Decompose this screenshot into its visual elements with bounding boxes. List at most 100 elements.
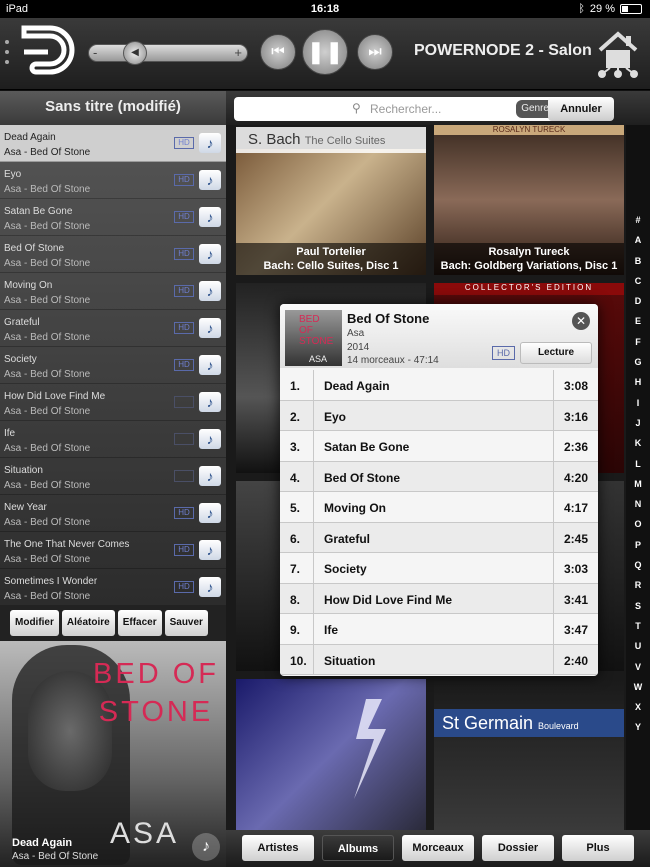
playlist-item[interactable]: Bed Of Stone Asa - Bed Of Stone HD ♪ — [0, 236, 226, 273]
music-note-icon[interactable]: ♪ — [199, 170, 221, 190]
hd-badge: HD — [174, 507, 194, 519]
album-tile[interactable] — [236, 679, 426, 830]
playlist-item[interactable]: Grateful Asa - Bed Of Stone HD ♪ — [0, 310, 226, 347]
track-row[interactable]: 1. Dead Again 3:08 — [280, 370, 598, 401]
album-tile[interactable]: St Germain Boulevard — [434, 679, 624, 830]
music-note-icon[interactable]: ♪ — [199, 355, 221, 375]
pause-button[interactable]: ❚❚ — [302, 29, 348, 75]
hd-badge: HD — [174, 248, 194, 260]
album-tile[interactable]: Paul Tortelier Bach: Cello Suites, Disc … — [236, 149, 426, 275]
music-note-icon[interactable]: ♪ — [199, 244, 221, 264]
hd-badge: HD — [174, 137, 194, 149]
search-bar: ⚲ Rechercher... Genre Annuler — [226, 91, 650, 125]
bottom-tab-bar: Artistes Albums Morceaux Dossier Plus — [226, 830, 650, 867]
music-note-icon[interactable]: ♪ — [199, 540, 221, 560]
playlist-actions: Modifier Aléatoire Effacer Sauver — [0, 605, 226, 641]
tab-artists[interactable]: Artistes — [242, 835, 314, 861]
hd-badge: HD — [174, 174, 194, 186]
cancel-button[interactable]: Annuler — [548, 97, 614, 121]
playlist-item[interactable]: The One That Never Comes Asa - Bed Of St… — [0, 532, 226, 569]
tab-tracks[interactable]: Morceaux — [402, 835, 474, 861]
playlist-item[interactable]: How Did Love Find Me Asa - Bed Of Stone … — [0, 384, 226, 421]
track-row[interactable]: 10. Situation 2:40 — [280, 644, 598, 675]
playlist-title: Sans titre (modifié) — [0, 91, 226, 125]
hd-badge: HD — [174, 544, 194, 556]
track-row[interactable]: 8. How Did Love Find Me 3:41 — [280, 583, 598, 614]
artwork-artist: ASA — [110, 817, 180, 850]
music-note-icon[interactable]: ♪ — [199, 392, 221, 412]
bluetooth-icon: ᛒ — [578, 3, 585, 15]
volume-knob-icon[interactable]: ◀ — [123, 41, 147, 65]
volume-slider[interactable]: - ◀ + — [88, 41, 248, 65]
playlist-item[interactable]: New Year Asa - Bed Of Stone HD ♪ — [0, 495, 226, 532]
playlist[interactable]: Dead Again Asa - Bed Of Stone HD ♪ Eyo A… — [0, 125, 226, 605]
now-playing-subtitle: Asa - Bed Of Stone — [12, 851, 99, 862]
track-row[interactable]: 6. Grateful 2:45 — [280, 522, 598, 553]
album-banner: S. Bach The Cello Suites — [236, 127, 426, 153]
music-note-icon[interactable]: ♪ — [199, 429, 221, 449]
previous-track-button[interactable]: ⏮ — [260, 34, 296, 70]
hd-badge: HD — [174, 581, 194, 593]
track-row[interactable]: 4. Bed Of Stone 4:20 — [280, 461, 598, 492]
artwork-title: BED OF STONE — [93, 658, 219, 728]
playlist-item[interactable]: Satan Be Gone Asa - Bed Of Stone HD ♪ — [0, 199, 226, 236]
tab-more[interactable]: Plus — [562, 835, 634, 861]
playlist-item[interactable]: Eyo Asa - Bed Of Stone HD ♪ — [0, 162, 226, 199]
now-playing-artwork[interactable]: BED OF STONE ASA Dead Again Asa - Bed Of… — [0, 641, 226, 867]
volume-minus: - — [93, 45, 98, 60]
tab-albums[interactable]: Albums — [322, 835, 394, 861]
search-icon: ⚲ — [352, 101, 361, 115]
alphabet-index[interactable]: # A BC DE FG HI JK LM NO PQ RS TU VW XY — [626, 215, 650, 743]
music-note-icon[interactable]: ♪ — [199, 133, 221, 153]
save-button[interactable]: Sauver — [164, 610, 208, 636]
track-list: 1. Dead Again 3:08 2. Eyo 3:16 3. Satan Be Go… — [280, 370, 598, 675]
music-note-icon[interactable]: ♪ — [199, 503, 221, 523]
playlist-item[interactable]: Dead Again Asa - Bed Of Stone HD ♪ — [0, 125, 226, 162]
hd-badge: HD — [174, 322, 194, 334]
status-bar: iPad 16:18 ᛒ 29 % — [0, 0, 650, 18]
album-detail-popup: BED OF STONE ASA Bed Of Stone Asa 2014 14 … — [280, 304, 598, 676]
music-note-icon[interactable]: ♪ — [199, 318, 221, 338]
hd-badge: HD — [492, 346, 515, 360]
album-artist[interactable]: Asa — [347, 328, 364, 339]
search-input[interactable]: ⚲ Rechercher... Genre — [234, 97, 556, 121]
next-track-button[interactable]: ⏭ — [357, 34, 393, 70]
bluesound-logo[interactable] — [20, 24, 76, 82]
zone-name[interactable]: POWERNODE 2 - Salon — [414, 42, 592, 60]
close-icon[interactable]: ✕ — [572, 312, 590, 330]
modify-button[interactable]: Modifier — [10, 610, 59, 636]
player-header: - ◀ + ⏮ ❚❚ ⏭ POWERNODE 2 - Salon — [0, 18, 650, 90]
track-row[interactable]: 9. Ife 3:47 — [280, 614, 598, 645]
hd-badge: HD — [174, 285, 194, 297]
music-note-icon[interactable]: ♪ — [192, 833, 220, 861]
album-info: 14 morceaux - 47:14 — [347, 355, 439, 366]
shuffle-button[interactable]: Aléatoire — [61, 610, 115, 636]
music-note-icon[interactable]: ♪ — [199, 466, 221, 486]
volume-plus: + — [234, 45, 242, 60]
clear-button[interactable]: Effacer — [117, 610, 162, 636]
playlist-item[interactable]: Moving On Asa - Bed Of Stone HD ♪ — [0, 273, 226, 310]
album-year: 2014 — [347, 342, 370, 353]
music-note-icon[interactable]: ♪ — [199, 281, 221, 301]
playlist-item[interactable]: Situation Asa - Bed Of Stone ♪ — [0, 458, 226, 495]
drag-handle-icon[interactable] — [5, 40, 9, 64]
hd-badge — [174, 396, 194, 408]
track-row[interactable]: 7. Society 3:03 — [280, 553, 598, 584]
music-note-icon[interactable]: ♪ — [199, 207, 221, 227]
hd-badge: HD — [174, 211, 194, 223]
battery-percent: 29 % — [589, 3, 615, 15]
hd-badge: HD — [174, 359, 194, 371]
track-row[interactable]: 5. Moving On 4:17 — [280, 492, 598, 523]
album-tile[interactable]: ROSALYN TURECK Rosalyn Tureck Bach: Gold… — [434, 125, 624, 275]
playlist-item[interactable]: Ife Asa - Bed Of Stone ♪ — [0, 421, 226, 458]
battery-icon — [620, 4, 642, 14]
tab-folder[interactable]: Dossier — [482, 835, 554, 861]
play-album-button[interactable]: Lecture — [520, 342, 592, 364]
playlist-item[interactable]: Society Asa - Bed Of Stone HD ♪ — [0, 347, 226, 384]
album-thumbnail: BED OF STONE ASA — [285, 310, 342, 366]
track-row[interactable]: 2. Eyo 3:16 — [280, 400, 598, 431]
home-network-icon[interactable] — [596, 28, 640, 80]
music-note-icon[interactable]: ♪ — [199, 577, 221, 597]
playlist-item[interactable]: Sometimes I Wonder Asa - Bed Of Stone HD… — [0, 569, 226, 605]
track-row[interactable]: 3. Satan Be Gone 2:36 — [280, 431, 598, 462]
